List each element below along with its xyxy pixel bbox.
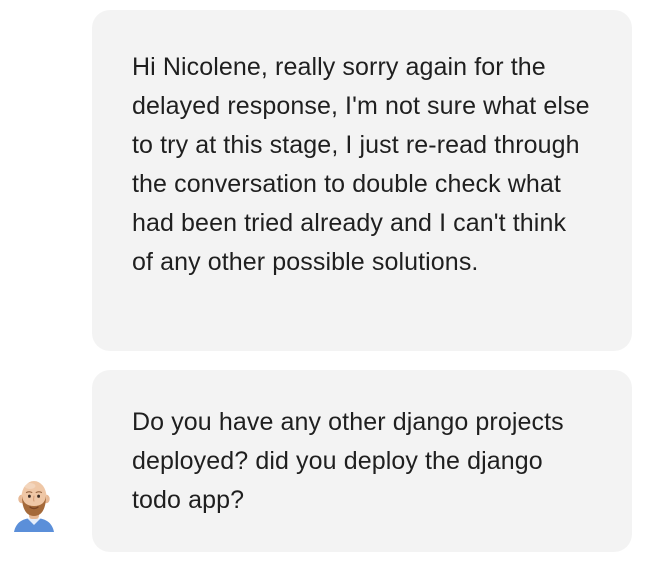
message-text: Hi Nicolene, really sorry again for the …: [132, 53, 590, 276]
sender-avatar[interactable]: [10, 476, 58, 534]
message-text: Do you have any other django projects de…: [132, 408, 564, 514]
message-bubble: Hi Nicolene, really sorry again for the …: [92, 10, 632, 351]
bald-man-with-beard-icon: [14, 481, 54, 532]
message-bubble: Do you have any other django projects de…: [92, 370, 632, 552]
chat-thread: Hi Nicolene, really sorry again for the …: [0, 0, 646, 564]
